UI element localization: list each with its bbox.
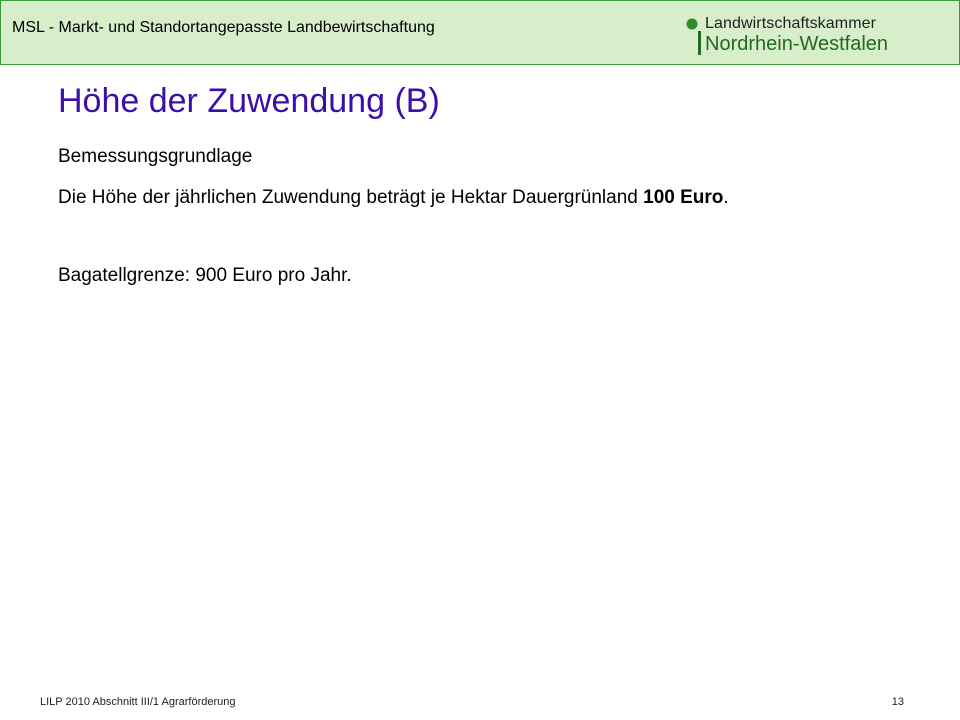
amount-sentence-suffix: . xyxy=(723,187,729,208)
logo-text-line1: Landwirtschaftskammer xyxy=(705,15,877,32)
subheading: Bemessungsgrundlage xyxy=(58,146,253,167)
header-title: MSL - Markt- und Standortangepasste Land… xyxy=(12,19,435,36)
amount-value: 100 Euro xyxy=(643,187,724,208)
logo: Landwirtschaftskammer Nordrhein-Westfale… xyxy=(685,11,915,59)
amount-sentence: Die Höhe der jährlichen Zuwendung beträg… xyxy=(58,186,729,210)
footer-source: LILP 2010 Abschnitt III/1 Agrarförderung xyxy=(40,696,236,708)
page-number: 13 xyxy=(891,696,904,708)
logo-text-line2: Nordrhein-Westfalen xyxy=(705,33,889,55)
header-bar: MSL - Markt- und Standortangepasste Land… xyxy=(0,0,960,65)
amount-sentence-prefix: Die Höhe der jährlichen Zuwendung beträg… xyxy=(58,187,644,208)
slide-title: Höhe der Zuwendung (B) xyxy=(58,82,440,120)
logo-mark-icon xyxy=(686,18,701,55)
bagatell-limit: Bagatellgrenze: 900 Euro pro Jahr. xyxy=(58,265,352,286)
